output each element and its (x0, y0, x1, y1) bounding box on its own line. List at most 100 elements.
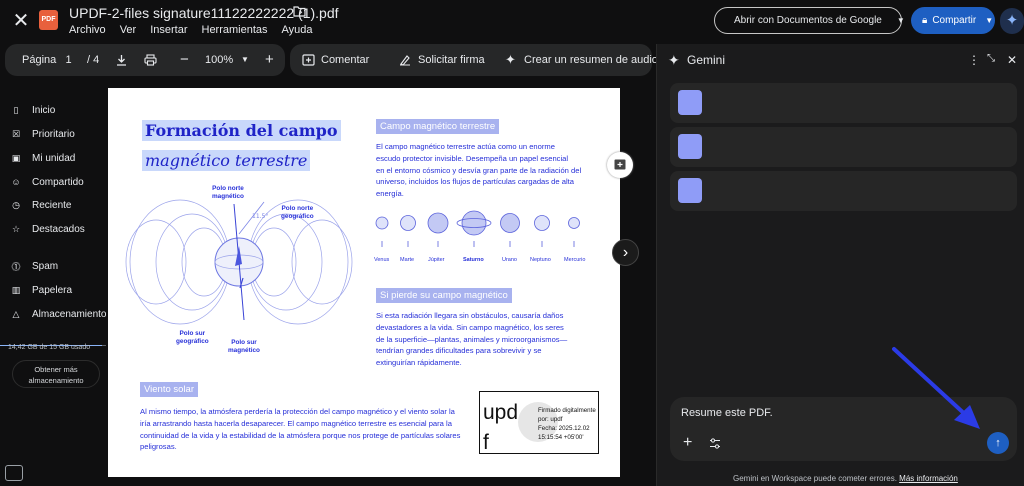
top-bar: ✕ PDF UPDF-2-files signature11122222222 … (0, 0, 1024, 44)
section-heading-pierde: Si pierde su campo magnético (376, 288, 512, 303)
add-comment-icon (614, 159, 626, 170)
close-panel-icon[interactable]: ✕ (1007, 53, 1017, 67)
digital-signature-box[interactable]: upd f Firmado digitalmente por: updf Fec… (479, 391, 599, 454)
learn-more-link[interactable]: Más información (899, 474, 958, 483)
section-text-pierde: Si esta radiación llegara sin obstáculos… (376, 311, 568, 368)
add-attachment-icon[interactable]: + (683, 434, 692, 452)
signature-line: por: updf (538, 416, 563, 423)
zoom-in-icon[interactable]: + (265, 44, 274, 76)
sidebar-item-label: Almacenamiento (32, 308, 107, 320)
menu-insertar[interactable]: Insertar (150, 24, 187, 36)
cloud-icon: △ (12, 308, 20, 319)
get-more-storage-button[interactable]: Obtener más almacenamiento (12, 360, 100, 388)
signature-icon[interactable] (399, 54, 411, 66)
move-folder-icon[interactable] (293, 6, 306, 17)
sidebar-item-label: Prioritario (32, 128, 75, 140)
gemini-suggestion-card[interactable] (670, 171, 1017, 211)
request-signature-button[interactable]: Solicitar firma (418, 44, 485, 76)
zoom-level[interactable]: 100% (205, 44, 233, 76)
gemini-suggestion-card[interactable] (670, 83, 1017, 123)
trash-icon: ▥ (11, 284, 21, 295)
planet-label-jupiter: Júpiter (428, 257, 445, 263)
open-with-google-docs-button[interactable]: Abrir con Documentos de Google ▼ (714, 7, 905, 34)
clock-icon: ◷ (12, 199, 20, 210)
print-icon[interactable] (144, 54, 157, 66)
gemini-prompt-input[interactable]: Resume este PDF. (681, 407, 773, 419)
label-south-magnetic-pole: Polo sur magnético (228, 339, 260, 354)
home-icon: ▯ (13, 104, 19, 115)
menu-ver[interactable]: Ver (120, 24, 137, 36)
sidebar-item-label: Inicio (32, 104, 56, 116)
signature-line: Firmado digitalmente (538, 407, 596, 414)
section-text-campo: El campo magnético terrestre actúa como … (376, 142, 582, 199)
sidebar-item-inicio[interactable]: ▯ Inicio (11, 102, 56, 118)
svg-text:11.5°: 11.5° (252, 213, 268, 220)
audio-sparkle-icon: ✦ (505, 52, 516, 67)
sidebar-item-spam[interactable]: ⓵ Spam (11, 258, 58, 274)
sidebar-item-label: Compartido (32, 176, 84, 188)
section-heading-campo: Campo magnético terrestre (376, 119, 500, 134)
sidebar-item-reciente[interactable]: ◷ Reciente (11, 197, 71, 213)
add-comment-icon[interactable] (302, 54, 315, 66)
storage-used-text: 14,42 GB de 15 GB usado (8, 344, 91, 351)
zoom-out-icon[interactable]: − (180, 44, 189, 76)
page-total: / 4 (87, 54, 100, 66)
zoom-dropdown-icon[interactable]: ▼ (241, 44, 249, 76)
comment-button[interactable]: Comentar (321, 44, 369, 76)
gemini-title: Gemini (687, 53, 726, 67)
sidebar-item-label: Papelera (32, 284, 73, 296)
priority-icon: ☒ (11, 128, 21, 139)
signature-logo-line1: upd (483, 401, 519, 424)
more-options-icon[interactable]: ⋮ (968, 53, 980, 67)
gemini-suggestion-card[interactable] (670, 127, 1017, 167)
drive-icon: ▣ (11, 152, 21, 163)
sidebar-item-papelera[interactable]: ▥ Papelera (11, 282, 72, 298)
collapse-arrows-icon[interactable]: ⤡ (987, 53, 995, 64)
page-number-input[interactable]: 1 (61, 52, 76, 68)
gemini-sparkle-icon[interactable]: ✦ (1000, 8, 1024, 34)
suggestion-thumbnail-icon (678, 134, 702, 159)
sidebar-item-mi-unidad[interactable]: ▣ Mi unidad (11, 150, 76, 166)
more-storage-line1: Obtener más (34, 365, 78, 374)
sidebar-item-prioritario[interactable]: ☒ Prioritario (11, 126, 75, 142)
collapse-panel-icon[interactable] (5, 465, 23, 481)
sidebar-item-destacados[interactable]: ☆ Destacados (11, 221, 85, 237)
pdf-page: Formación del campo magnético terrestre … (108, 88, 620, 477)
lock-icon: 🔒︎ (922, 15, 928, 26)
planet-label-neptuno: Neptuno (530, 257, 551, 263)
download-icon[interactable] (116, 54, 127, 66)
tune-settings-icon[interactable] (709, 438, 721, 449)
floating-add-comment-button[interactable] (607, 152, 633, 178)
planet-label-marte: Marte (400, 257, 415, 263)
signature-line: 15:15:54 +05'00' (538, 434, 584, 441)
magnetic-field-diagram: 11.5° (125, 199, 353, 325)
sidebar-item-almacenamiento[interactable]: △ Almacenamiento (11, 306, 107, 322)
spam-icon: ⓵ (11, 261, 21, 272)
share-dropdown-icon[interactable]: ▼ (985, 16, 993, 25)
close-icon[interactable]: ✕ (10, 10, 32, 32)
pdf-title-line1: Formación del campo (142, 120, 341, 141)
planet-label-urano: Urano (502, 257, 517, 263)
sidebar-item-label: Reciente (32, 199, 72, 211)
page-label: Página (22, 54, 57, 66)
planet-label-venus: Venus (374, 257, 390, 263)
more-storage-line2: almacenamiento (28, 376, 84, 385)
share-label: Compartir (932, 15, 977, 26)
next-page-chevron-icon[interactable]: › (612, 239, 639, 266)
share-button[interactable]: 🔒︎ Compartir ▼ (911, 7, 995, 34)
menu-herramientas[interactable]: Herramientas (202, 24, 268, 36)
send-arrow-icon[interactable]: ↑ (987, 432, 1009, 454)
gemini-star-icon: ✦ (668, 52, 680, 68)
suggestion-thumbnail-icon (678, 178, 702, 203)
signature-line: Fecha: 2025.12.02 (538, 425, 590, 432)
audio-summary-button[interactable]: Crear un resumen de audio (524, 44, 658, 76)
menu-ayuda[interactable]: Ayuda (282, 24, 313, 36)
pdf-title-line2: magnético terrestre (142, 150, 311, 171)
menu-archivo[interactable]: Archivo (69, 24, 106, 36)
menu-bar: Archivo Ver Insertar Herramientas Ayuda (69, 24, 313, 36)
label-north-magnetic-pole: Polo norte magnético (212, 185, 244, 200)
label-south-geographic-pole: Polo sur geográfico (176, 330, 209, 345)
open-with-dropdown-icon[interactable]: ▼ (897, 16, 905, 25)
sidebar-item-label: Destacados (32, 223, 85, 235)
sidebar-item-compartido[interactable]: ☺ Compartido (11, 174, 84, 190)
